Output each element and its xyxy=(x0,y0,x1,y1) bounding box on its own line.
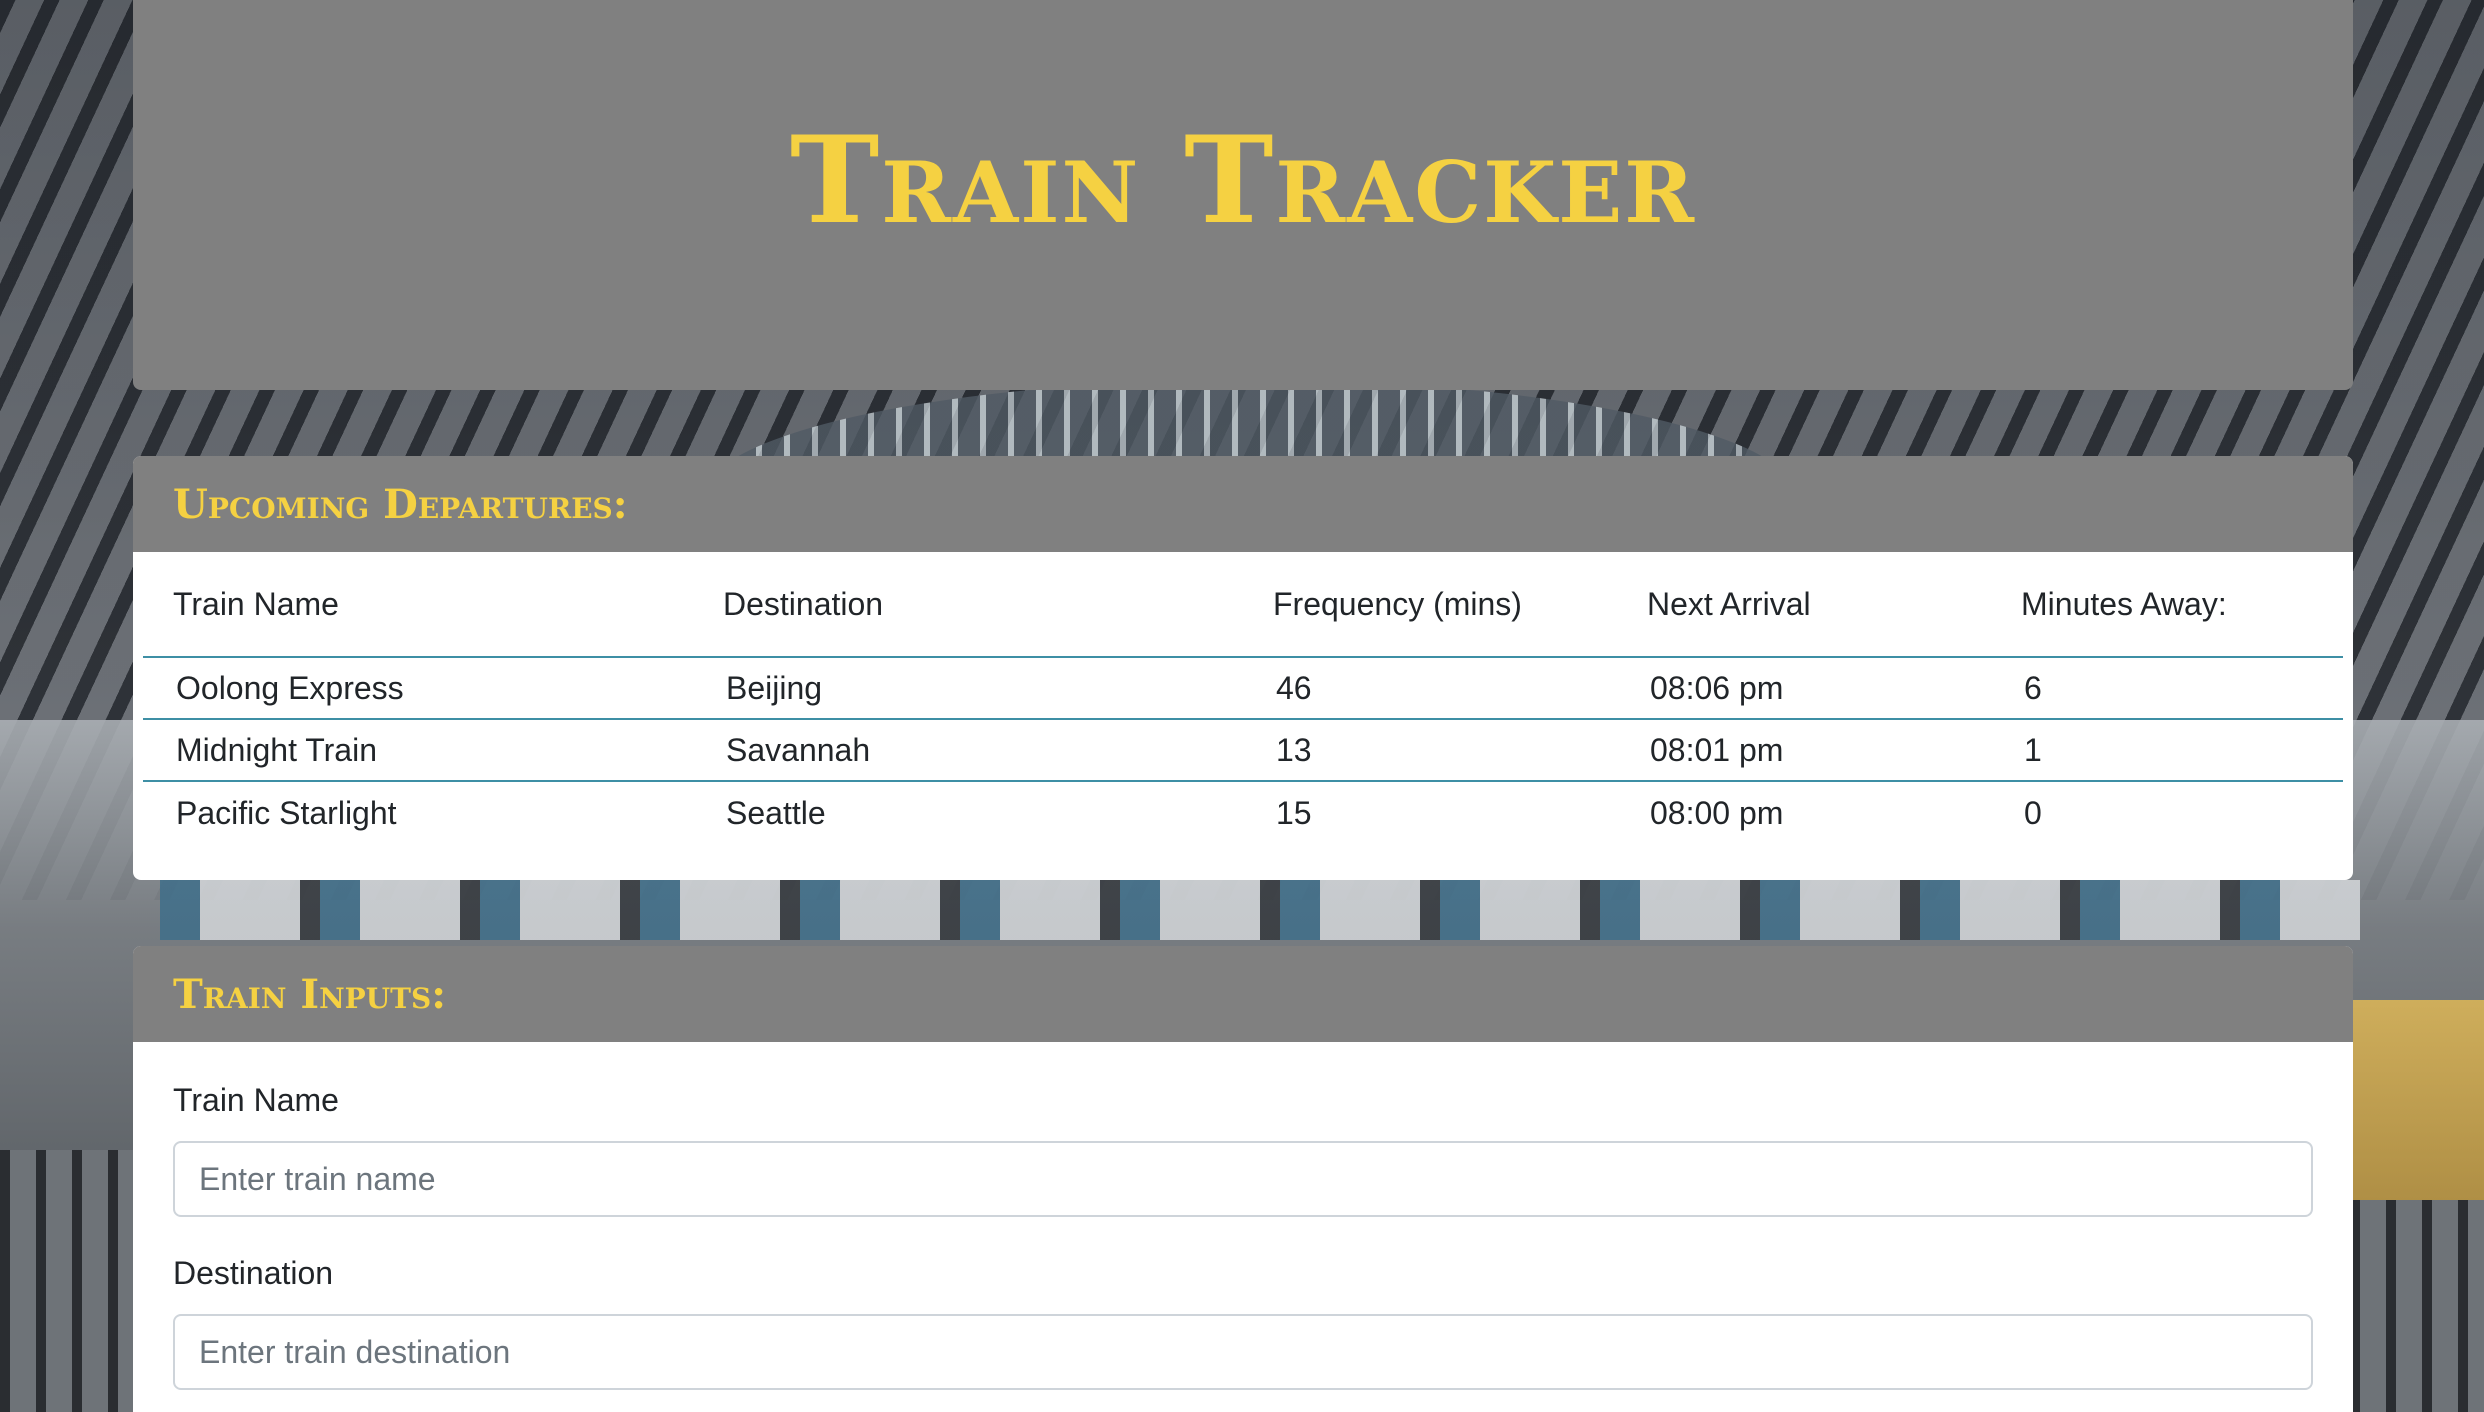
destination-group: Destination xyxy=(133,1217,2353,1390)
train-name-label: Train Name xyxy=(173,1082,339,1118)
platform-railing-right xyxy=(2350,1200,2484,1412)
cell-minutes-away: 0 xyxy=(2024,794,2042,831)
inputs-card-header: Train Inputs: xyxy=(133,946,2353,1042)
cell-train-name: Midnight Train xyxy=(143,719,693,782)
departures-title: Upcoming Departures: xyxy=(173,480,628,528)
cell-destination: Seattle xyxy=(726,794,826,831)
inputs-title: Train Inputs: xyxy=(173,970,446,1018)
column-header-next-arrival: Next Arrival xyxy=(1617,552,1991,658)
cell-next-arrival: 08:06 pm xyxy=(1617,657,1991,720)
cell-destination: Beijing xyxy=(693,657,1243,720)
cell-train-name: Pacific Starlight xyxy=(176,794,397,831)
destination-input[interactable] xyxy=(173,1314,2313,1390)
cell-destination: Savannah xyxy=(693,719,1243,782)
table-row: Pacific Starlight Seattle 15 08:00 pm 0 xyxy=(143,781,2343,844)
column-header-destination: Destination xyxy=(693,552,1243,658)
table-header-row: Train Name Destination Frequency (mins) … xyxy=(143,552,2343,658)
page-title: Train Tracker xyxy=(789,110,1697,251)
column-header-minutes-away: Minutes Away: xyxy=(1991,552,2343,658)
cell-next-arrival: 08:00 pm xyxy=(1650,794,1784,831)
cell-train-name: Oolong Express xyxy=(143,657,693,720)
train-name-input[interactable] xyxy=(173,1141,2313,1217)
cell-minutes-away: 1 xyxy=(1991,719,2343,782)
train-name-group: Train Name xyxy=(133,1042,2353,1217)
train-inputs-card: Train Inputs: Train Name Destination xyxy=(133,946,2353,1412)
train-carriages xyxy=(160,880,2360,940)
destination-label: Destination xyxy=(173,1255,334,1291)
cell-frequency: 46 xyxy=(1243,657,1617,720)
table-row: Oolong Express Beijing 46 08:06 pm 6 xyxy=(143,657,2343,720)
departures-card: Upcoming Departures: Train Name Destinat… xyxy=(133,456,2353,880)
departures-card-header: Upcoming Departures: xyxy=(133,456,2353,552)
cell-frequency: 15 xyxy=(1276,794,1312,831)
column-header-train-name: Train Name xyxy=(143,552,693,658)
platform-railing-left xyxy=(0,1150,134,1412)
column-header-frequency: Frequency (mins) xyxy=(1243,552,1617,658)
cell-minutes-away: 6 xyxy=(1991,657,2343,720)
departures-table: Train Name Destination Frequency (mins) … xyxy=(143,552,2343,844)
cell-frequency: 13 xyxy=(1243,719,1617,782)
header-jumbotron: Train Tracker xyxy=(133,0,2353,390)
table-row: Midnight Train Savannah 13 08:01 pm 1 xyxy=(143,719,2343,782)
cell-next-arrival: 08:01 pm xyxy=(1617,719,1991,782)
